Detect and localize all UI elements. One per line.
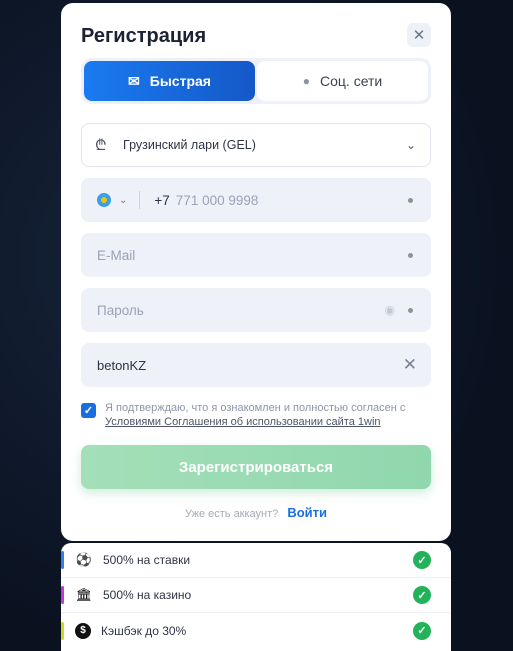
registration-modal: Регистрация ✕ ✉ Быстрая ● Соц. сети ₾ Гр… [61,3,451,541]
registration-tabs: ✉ Быстрая ● Соц. сети [81,58,431,104]
tab-quick-label: Быстрая [149,73,211,89]
tab-social-label: Соц. сети [320,73,383,89]
close-icon: ✕ [412,27,426,44]
envelope-icon: ✉ [128,72,140,89]
status-dot-icon [408,307,413,313]
currency-value: Грузинский лари (GEL) [123,138,256,152]
login-row: Уже есть аккаунт? Войти [61,505,451,520]
chevron-down-icon: ⌄ [405,138,416,152]
bonus-panel: ⚽ 500% на ставки ✓ 🏛 500% на казино ✓ $ … [61,543,451,651]
list-item: $ Кэшбэк до 30% ✓ [61,613,451,648]
eye-icon[interactable]: ◉ [385,303,395,317]
login-link[interactable]: Войти [287,505,327,520]
accent-bar [61,586,64,604]
accent-bar [61,551,64,569]
accent-bar [61,621,64,640]
tab-social[interactable]: ● Соц. сети [257,61,428,101]
clear-icon[interactable]: ✕ [403,355,417,375]
password-placeholder: Пароль [97,302,144,318]
phone-field[interactable]: ⌄ +7 771 000 9998 [81,178,431,222]
phone-input[interactable]: 771 000 9998 [176,193,259,208]
agreement-text-body: Я подтверждаю, что я ознакомлен и полнос… [105,402,406,414]
cashback-coin-icon: $ [75,622,91,639]
bonus-label: 500% на казино [103,588,192,602]
check-badge-icon: ✓ [413,621,431,640]
check-badge-icon: ✓ [413,551,431,569]
bonus-label: 500% на ставки [103,553,191,567]
promo-code-field[interactable]: betonKZ ✕ [81,343,431,387]
close-button[interactable]: ✕ [407,23,431,47]
check-badge-icon: ✓ [413,586,431,604]
email-field[interactable]: E-Mail [81,233,431,277]
casino-building-icon: 🏛 [75,587,93,602]
phone-country-code: +7 [154,192,170,208]
divider [139,191,141,209]
status-dot-icon [408,197,413,203]
soccer-ball-icon: ⚽ [75,552,93,567]
promo-code-value: betonKZ [97,357,147,373]
agreement-text: Я подтверждаю, что я ознакомлен и полнос… [105,401,431,429]
tab-quick[interactable]: ✉ Быстрая [84,61,255,101]
bonus-label: Кэшбэк до 30% [101,623,187,638]
modal-title: Регистрация [81,25,207,47]
agreement-checkbox[interactable]: ✓ [81,403,96,418]
chevron-down-icon[interactable]: ⌄ [119,195,127,206]
list-item: ⚽ 500% на ставки ✓ [61,543,451,578]
email-placeholder: E-Mail [97,247,136,263]
password-field[interactable]: Пароль ◉ [81,288,431,332]
status-dot-icon [408,252,413,258]
register-button[interactable]: Зарегистрироваться [81,445,431,489]
list-item: 🏛 500% на казино ✓ [61,578,451,613]
currency-select[interactable]: ₾ Грузинский лари (GEL) ⌄ [81,123,431,167]
kazakhstan-flag-icon[interactable] [97,193,111,207]
chat-bubbles-icon: ● [302,74,310,88]
terms-link[interactable]: Условиями Соглашения об использовании са… [105,416,381,428]
agreement: ✓ Я подтверждаю, что я ознакомлен и полн… [81,401,431,429]
lari-currency-icon: ₾ [95,137,107,154]
login-prompt: Уже есть аккаунт? [184,508,279,520]
